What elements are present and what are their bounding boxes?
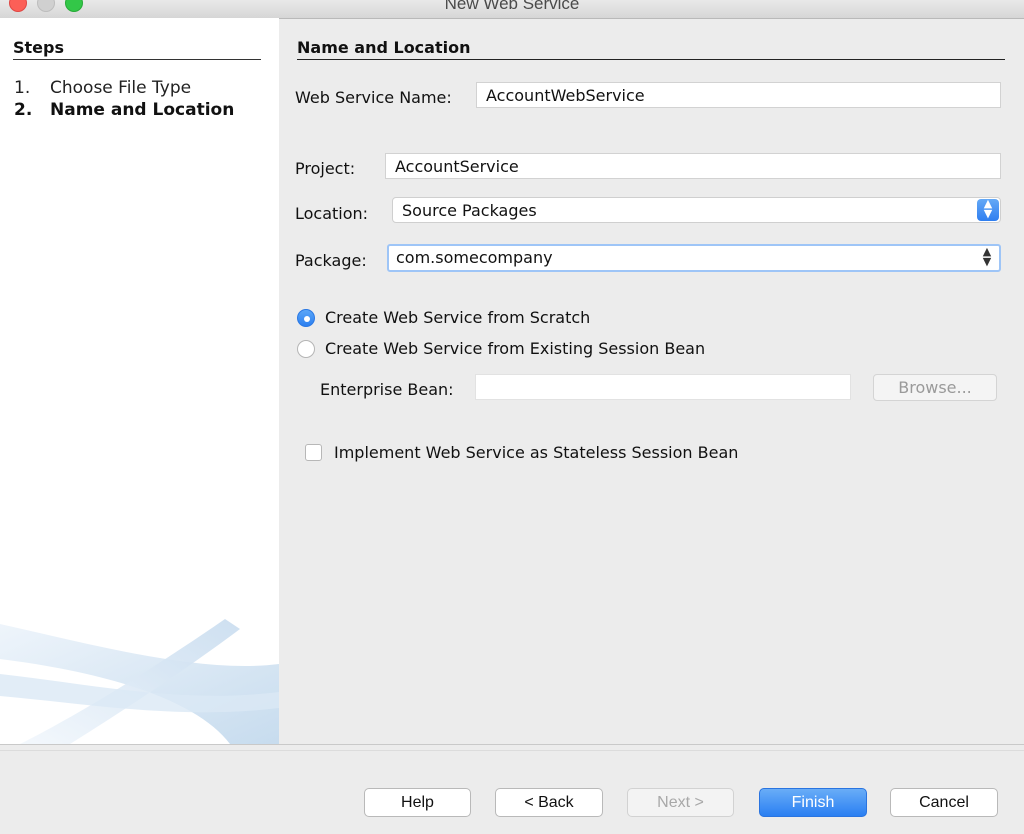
help-button[interactable]: Help [364, 788, 471, 817]
window-titlebar: New Web Service [0, 0, 1024, 19]
step-label: Choose File Type [50, 78, 192, 98]
project-field[interactable]: AccountService [385, 153, 1001, 179]
cancel-button[interactable]: Cancel [890, 788, 998, 817]
radio-unselected-icon[interactable] [297, 339, 315, 358]
location-label: Location: [295, 204, 369, 223]
package-combo-value: com.somecompany [396, 248, 553, 267]
location-select-value: Source Packages [402, 201, 537, 220]
radio-selected-icon[interactable] [297, 308, 315, 327]
package-label: Package: [295, 251, 367, 270]
web-service-name-field[interactable]: AccountWebService [476, 82, 1001, 108]
radio-label: Create Web Service from Scratch [325, 308, 591, 327]
next-button[interactable]: Next > [627, 788, 734, 817]
project-label: Project: [295, 159, 356, 178]
checkbox-label: Implement Web Service as Stateless Sessi… [334, 443, 739, 462]
radio-create-from-scratch[interactable]: Create Web Service from Scratch [297, 308, 590, 327]
back-button[interactable]: < Back [495, 788, 603, 817]
web-service-name-label: Web Service Name: [295, 88, 452, 107]
browse-button[interactable]: Browse... [873, 374, 997, 401]
stepper-icon: ▲ ▼ [982, 245, 992, 268]
radio-create-from-session-bean[interactable]: Create Web Service from Existing Session… [297, 339, 705, 358]
package-combo[interactable]: com.somecompany ▲ ▼ [387, 244, 1001, 272]
steps-panel: Steps 1. Choose File Type 2. Name and Loca… [0, 18, 279, 744]
checkbox-unchecked-icon[interactable] [305, 444, 322, 461]
footer-divider [0, 750, 1024, 751]
step-item-name-and-location: 2. Name and Location [14, 100, 234, 120]
enterprise-bean-label: Enterprise Bean: [320, 380, 454, 399]
location-select[interactable]: Source Packages ▲ ▼ [392, 197, 1001, 223]
finish-button[interactable]: Finish [759, 788, 867, 817]
steps-heading: Steps [13, 38, 261, 60]
enterprise-bean-field[interactable] [475, 374, 851, 400]
footer-divider [0, 744, 1024, 745]
step-item-choose-file-type: 1. Choose File Type [14, 78, 191, 98]
step-label: Name and Location [50, 100, 235, 120]
step-number: 1. [14, 78, 31, 98]
main-content: Name and Location Web Service Name: Acco… [279, 18, 1024, 744]
step-number: 2. [14, 100, 33, 120]
section-heading: Name and Location [297, 38, 1005, 60]
stepper-icon: ▲ ▼ [977, 198, 999, 221]
stateless-session-bean-option[interactable]: Implement Web Service as Stateless Sessi… [305, 443, 738, 462]
window-title: New Web Service [444, 0, 580, 13]
decorative-swoosh-graphic [0, 619, 279, 744]
radio-label: Create Web Service from Existing Session… [325, 339, 706, 358]
